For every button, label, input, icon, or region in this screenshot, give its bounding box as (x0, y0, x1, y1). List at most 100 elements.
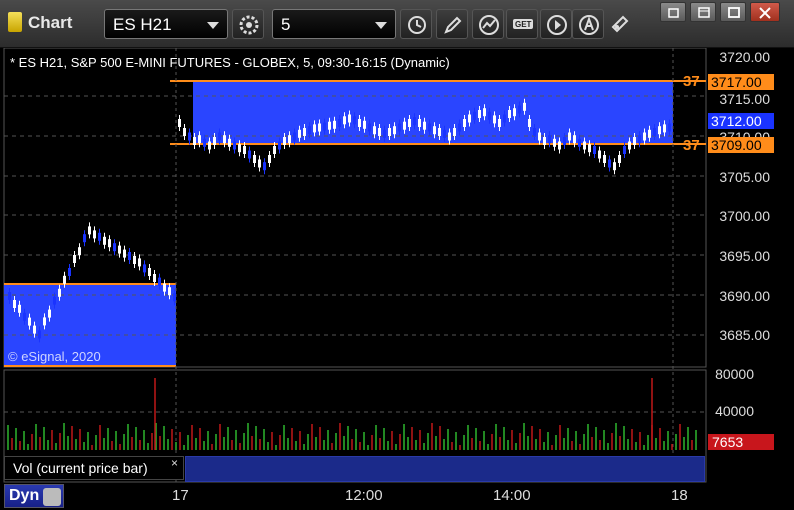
candle-body (193, 137, 196, 145)
alert-button[interactable] (572, 9, 604, 39)
candle-body (58, 288, 61, 297)
candle-body (463, 119, 466, 127)
candle-body (248, 150, 251, 159)
candle-body (318, 123, 321, 132)
candle-body (183, 128, 186, 136)
symbol-input[interactable]: ES H21 (104, 9, 228, 39)
chevron-down-icon[interactable] (375, 22, 387, 29)
price-label: 3685.00 (719, 327, 770, 343)
candle-body (623, 146, 626, 154)
candle-body (353, 116, 356, 125)
volume-axis-label: 80000 (715, 366, 754, 382)
candle-body (523, 102, 526, 111)
price-label: 3715.00 (719, 91, 770, 107)
candle-body (543, 137, 546, 145)
candle-body (198, 135, 201, 144)
candle-body (273, 146, 276, 154)
candle-body (538, 132, 541, 141)
candle-body (478, 110, 481, 118)
candle-body (323, 122, 326, 131)
candle-body (603, 155, 606, 163)
studies-button[interactable] (472, 9, 504, 39)
candle-body (123, 249, 126, 258)
candle-body (378, 128, 381, 136)
symbol-settings-button[interactable] (232, 9, 264, 39)
candle-body (308, 126, 311, 135)
volume-study-title[interactable]: Vol (current price bar) (4, 456, 184, 480)
candle-body (153, 274, 156, 282)
price-label: 3695.00 (719, 248, 770, 264)
volume-study-bar[interactable] (185, 456, 705, 482)
volume-axis-label: 40000 (715, 403, 754, 419)
candle-body (403, 121, 406, 130)
candle-body (638, 135, 641, 144)
candle-body (473, 111, 476, 120)
candle-body (328, 121, 331, 130)
candle-body (138, 258, 141, 267)
candle-body (433, 126, 436, 135)
candle-body (258, 159, 261, 168)
candle-body (178, 119, 181, 127)
candle-body (333, 120, 336, 129)
candle-body (238, 144, 241, 153)
time-label: 17 (172, 487, 189, 504)
candle-body (13, 300, 16, 308)
candle-body (653, 128, 656, 136)
candle-body (243, 146, 246, 154)
gear-icon (239, 15, 259, 35)
candle-body (558, 141, 561, 150)
candle-body (568, 132, 571, 141)
close-window-button[interactable] (750, 2, 780, 22)
play-icon (547, 15, 567, 35)
current-price-tag: 3712.00 (708, 113, 774, 129)
maximize-window-button[interactable] (720, 2, 746, 22)
candle-body (358, 119, 361, 127)
clock-button[interactable] (400, 9, 432, 39)
price-chart[interactable] (0, 48, 794, 510)
chevron-down-icon[interactable] (207, 22, 219, 29)
candle-body (548, 135, 551, 144)
candle-body (313, 124, 316, 133)
candle-body (423, 121, 426, 130)
link-button[interactable] (604, 9, 636, 39)
candle-body (128, 252, 131, 260)
draw-button[interactable] (436, 9, 468, 39)
time-label: 12:00 (345, 487, 383, 504)
candle-body (563, 137, 566, 145)
candle-body (438, 128, 441, 136)
candle-body (163, 283, 166, 292)
candle-body (618, 155, 621, 163)
candle-body (483, 108, 486, 117)
candle-body (33, 325, 36, 334)
candle-body (393, 126, 396, 135)
candle-body (173, 293, 176, 302)
restore-icon (668, 8, 679, 18)
candle-body (573, 135, 576, 144)
candle-body (428, 123, 431, 132)
get-icon: GET (513, 19, 533, 29)
copyright-text: © eSignal, 2020 (8, 349, 101, 364)
current-bracket-fill (193, 81, 673, 144)
close-icon[interactable]: × (171, 456, 178, 470)
candle-body (263, 162, 266, 171)
restore-window-button[interactable] (660, 2, 686, 22)
candle-body (133, 256, 136, 264)
play-button[interactable] (540, 9, 572, 39)
interval-input[interactable]: 5 (272, 9, 396, 39)
candle-body (148, 268, 151, 276)
candle-body (283, 137, 286, 145)
candle-body (373, 126, 376, 135)
candle-body (83, 234, 86, 243)
window-icon (698, 7, 710, 18)
candle-body (28, 317, 31, 326)
candle-body (108, 239, 111, 248)
candle-body (158, 277, 161, 286)
dynamic-mode-button[interactable]: Dyn (4, 484, 64, 508)
tile-window-button[interactable] (690, 2, 716, 22)
close-icon (759, 7, 771, 19)
candle-body (298, 129, 301, 138)
get-data-button[interactable]: GET (506, 9, 538, 39)
candle-body (188, 132, 191, 141)
price-label: 3690.00 (719, 288, 770, 304)
candle-body (398, 123, 401, 132)
